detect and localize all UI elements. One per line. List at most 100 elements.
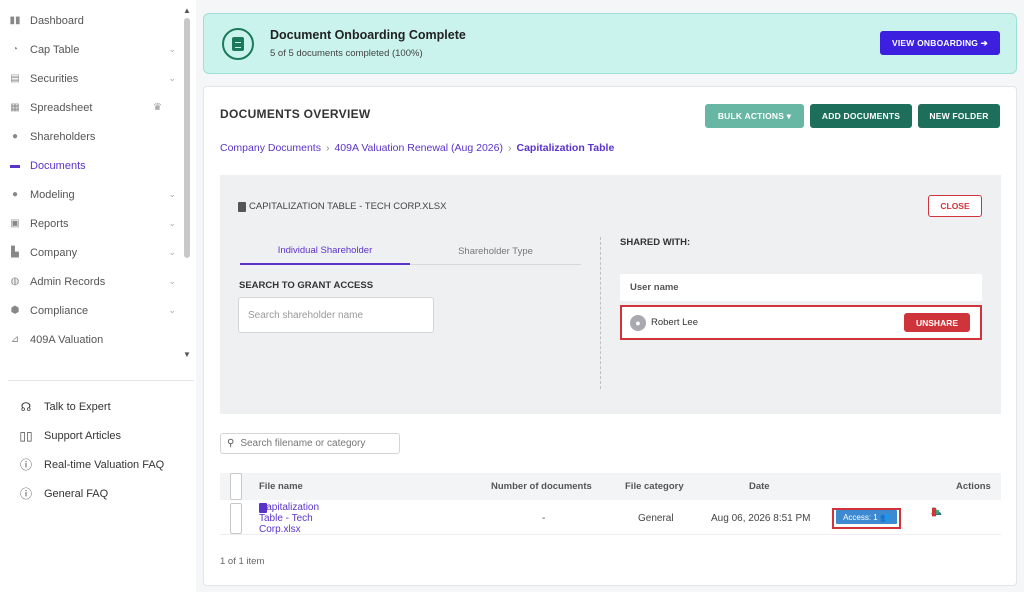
file-search-input[interactable] — [240, 438, 391, 449]
column-header-date[interactable]: Date — [749, 473, 770, 500]
sidebar-item-label: Shareholders — [30, 130, 96, 143]
column-header-file-name[interactable]: File name — [259, 473, 303, 500]
chevron-down-icon: ⌄ — [168, 276, 176, 286]
scrollbar-thumb[interactable] — [184, 18, 190, 258]
breadcrumb-409a-folder[interactable]: 409A Valuation Renewal (Aug 2026) — [334, 142, 503, 154]
shield-icon: ⬢ — [10, 305, 20, 316]
scroll-down-icon[interactable]: ▼ — [183, 350, 191, 360]
help-item-realtime-valuation-faq[interactable]: ⓘ Real-time Valuation FAQ — [18, 450, 164, 479]
sidebar-nav: ▮▮ Dashboard ◔ Cap Table ⌄ ▤ Securities … — [0, 6, 182, 354]
access-badge[interactable]: Access: 1 👥 — [832, 508, 901, 529]
file-name-text: Capitalization Table - Tech Corp.xlsx — [259, 502, 320, 535]
help-item-general-faq[interactable]: ⓘ General FAQ — [18, 479, 164, 508]
report-icon: ▣ — [10, 218, 20, 229]
document-count-cell: - — [542, 513, 546, 524]
breadcrumb-company-documents[interactable]: Company Documents — [220, 142, 321, 154]
sidebar-item-securities[interactable]: ▤ Securities ⌄ — [0, 64, 182, 93]
sidebar-item-label: Company — [30, 246, 78, 259]
chevron-down-icon: ⌄ — [168, 305, 176, 315]
breadcrumb-separator: › — [507, 142, 512, 154]
avatar: ● — [630, 314, 646, 331]
breadcrumb-separator: › — [325, 142, 330, 154]
sidebar-item-label: Documents — [30, 159, 86, 172]
sidebar-item-label: Modeling — [30, 188, 75, 201]
sidebar-item-label: Compliance — [30, 304, 89, 317]
sidebar-scrollbar[interactable]: ▲ ▼ — [183, 6, 191, 359]
column-header-number-of-documents[interactable]: Number of documents — [491, 473, 592, 500]
user-name-column-header: User name — [620, 274, 982, 301]
sidebar-item-label: Spreadsheet — [30, 101, 93, 114]
grant-access-label: SEARCH TO GRANT ACCESS — [239, 280, 374, 291]
help-item-label: Talk to Expert — [44, 400, 111, 413]
chevron-down-icon: ⌄ — [168, 73, 176, 83]
sidebar-item-compliance[interactable]: ⬢ Compliance ⌄ — [0, 296, 182, 325]
breadcrumb: Company Documents › 409A Valuation Renewal… — [220, 142, 614, 154]
sidebar-item-label: Securities — [30, 72, 79, 85]
user-icon: ● — [11, 131, 19, 142]
shared-user-row: ● Robert Lee UNSHARE — [620, 305, 982, 340]
valuation-icon: ⊿ — [10, 334, 20, 345]
excel-file-icon — [238, 201, 246, 212]
share-panel: CAPITALIZATION TABLE - TECH CORP.XLSX CL… — [220, 175, 1001, 414]
help-item-label: Real-time Valuation FAQ — [44, 458, 165, 471]
chevron-down-icon: ⌄ — [168, 44, 176, 54]
help-item-talk-to-expert[interactable]: ☊ Talk to Expert — [18, 392, 164, 421]
pie-chart-icon: ◔ — [11, 44, 19, 55]
pagination-summary: 1 of 1 item — [220, 556, 265, 567]
chevron-down-icon: ⌄ — [168, 189, 176, 199]
spreadsheet-icon: ▦ — [10, 102, 20, 113]
tab-individual-shareholder[interactable]: Individual Shareholder — [240, 237, 410, 265]
sidebar-item-documents[interactable]: ▬ Documents — [0, 151, 182, 180]
building-icon: ▙ — [11, 247, 19, 258]
row-checkbox[interactable] — [230, 503, 242, 534]
unshare-button[interactable]: UNSHARE — [904, 313, 970, 332]
sidebar-item-spreadsheet[interactable]: ▦ Spreadsheet ♛ — [0, 93, 182, 122]
tab-shareholder-type[interactable]: Shareholder Type — [410, 237, 581, 265]
bulk-actions-button[interactable]: BULK ACTIONS ▾ — [705, 104, 804, 128]
file-category-cell: General — [638, 513, 674, 524]
add-documents-button[interactable]: ADD DOCUMENTS — [810, 104, 912, 128]
sidebar-item-company[interactable]: ▙ Company ⌄ — [0, 238, 182, 267]
sidebar: ▮▮ Dashboard ◔ Cap Table ⌄ ▤ Securities … — [0, 0, 196, 592]
sidebar-item-label: Reports — [30, 217, 69, 230]
sidebar-item-dashboard[interactable]: ▮▮ Dashboard — [0, 6, 182, 35]
table-row: Capitalization Table - Tech Corp.xlsx - … — [220, 502, 1001, 535]
banner-title: Document Onboarding Complete — [270, 28, 466, 42]
help-links: ☊ Talk to Expert ▯▯ Support Articles ⓘ R… — [18, 392, 164, 508]
close-button[interactable]: CLOSE — [928, 195, 982, 217]
sidebar-item-reports[interactable]: ▣ Reports ⌄ — [0, 209, 182, 238]
file-search: ⚲ — [220, 433, 400, 454]
view-onboarding-button[interactable]: VIEW ONBOARDING ➔ — [880, 31, 1000, 55]
certificate-icon: ▤ — [10, 73, 20, 84]
chevron-down-icon: ⌄ — [168, 247, 176, 257]
document-check-icon — [222, 28, 254, 60]
access-count-label: Access: 1 👥 — [836, 510, 897, 524]
shareholder-search-input[interactable] — [238, 297, 434, 333]
folder-icon: ▬ — [10, 160, 20, 171]
dashboard-icon: ▮▮ — [9, 15, 21, 26]
question-icon: ⓘ — [19, 458, 32, 472]
panel-divider — [600, 237, 601, 389]
sidebar-item-cap-table[interactable]: ◔ Cap Table ⌄ — [0, 35, 182, 64]
share-file-name: CAPITALIZATION TABLE - TECH CORP.XLSX — [249, 201, 447, 212]
crown-icon: ♛ — [153, 102, 162, 113]
shared-with-label: SHARED WITH: — [620, 237, 691, 248]
book-icon: ▯▯ — [19, 428, 33, 443]
scroll-up-icon[interactable]: ▲ — [183, 6, 191, 16]
column-header-file-category[interactable]: File category — [625, 473, 684, 500]
new-folder-button[interactable]: NEW FOLDER — [918, 104, 1000, 128]
sidebar-item-409a-valuation[interactable]: ⊿ 409A Valuation — [0, 325, 182, 354]
select-all-checkbox[interactable] — [230, 473, 242, 500]
help-item-support-articles[interactable]: ▯▯ Support Articles — [18, 421, 164, 450]
share-file-heading: CAPITALIZATION TABLE - TECH CORP.XLSX — [238, 201, 446, 212]
sidebar-item-admin-records[interactable]: ◍ Admin Records ⌄ — [0, 267, 182, 296]
documents-overview-card: DOCUMENTS OVERVIEW BULK ACTIONS ▾ ADD DO… — [203, 86, 1017, 586]
sidebar-item-label: Cap Table — [30, 43, 80, 56]
search-icon: ⚲ — [227, 438, 235, 449]
help-item-label: General FAQ — [44, 487, 109, 500]
sidebar-item-label: Admin Records — [30, 275, 106, 288]
sidebar-item-modeling[interactable]: ● Modeling ⌄ — [0, 180, 182, 209]
onboarding-banner: Document Onboarding Complete 5 of 5 docu… — [203, 13, 1017, 74]
sidebar-item-shareholders[interactable]: ● Shareholders — [0, 122, 182, 151]
column-header-actions: Actions — [956, 481, 991, 492]
